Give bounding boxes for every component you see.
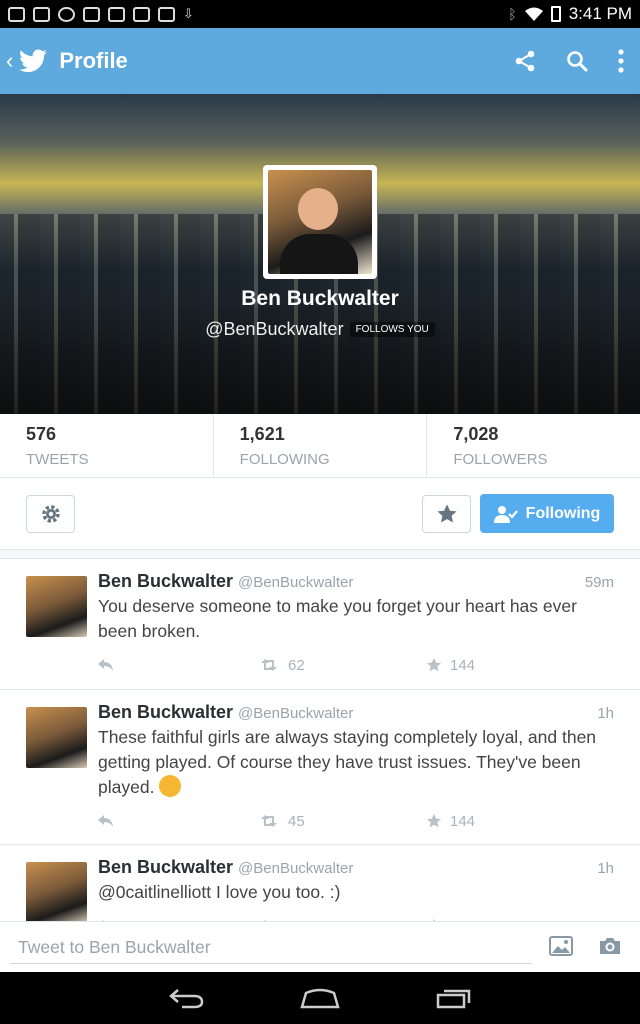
tweet-text-block: These faithful girls are always staying …	[98, 725, 614, 800]
camera-icon[interactable]	[598, 936, 622, 956]
section-divider	[0, 550, 640, 559]
tweet-avatar[interactable]	[26, 707, 87, 768]
reply-icon	[98, 815, 113, 827]
facebook-notification-icon	[33, 6, 50, 22]
tweet-item[interactable]: Ben Buckwalter @BenBuckwalter 59m You de…	[0, 559, 640, 690]
stat-followers[interactable]: 7,028 FOLLOWERS	[427, 414, 640, 477]
photo-icon[interactable]	[549, 936, 573, 956]
favorite-tweet-button[interactable]: 144	[426, 813, 475, 830]
app-bar: ‹ Profile	[0, 28, 640, 94]
tweet-avatar[interactable]	[26, 576, 87, 637]
star-icon	[427, 814, 441, 828]
user-check-icon	[493, 505, 518, 523]
unamused-emoji-icon	[159, 775, 182, 797]
stat-value: 576	[26, 424, 57, 444]
tweet-timestamp: 1h	[597, 860, 614, 877]
profile-handle: @BenBuckwalter	[205, 319, 344, 339]
download-notification-icon: ⇩	[183, 6, 194, 21]
avatar-photo	[268, 170, 372, 274]
stat-value: 7,028	[453, 424, 499, 444]
tweet-timestamp: 59m	[584, 574, 614, 591]
tweet-author-name: Ben Buckwalter	[98, 571, 234, 591]
retweet-icon	[261, 659, 277, 671]
stat-label: FOLLOWING	[239, 451, 330, 468]
star-icon	[436, 504, 457, 523]
tweet-header: Ben Buckwalter @BenBuckwalter 1h	[98, 857, 614, 878]
profile-avatar[interactable]	[263, 165, 377, 279]
profile-header-banner: Ben Buckwalter @BenBuckwalter FOLLOWS YO…	[0, 94, 640, 414]
tweet-author-handle: @BenBuckwalter	[238, 574, 354, 591]
system-navigation-bar	[0, 972, 640, 1024]
tweet-text: @0caitlinelliott I love you too. :)	[98, 882, 341, 902]
battery-icon	[550, 6, 561, 22]
tweet-text: You deserve someone to make you forget y…	[98, 596, 577, 641]
back-icon[interactable]	[168, 987, 204, 1009]
tweet-header: Ben Buckwalter @BenBuckwalter 59m	[98, 571, 614, 592]
twitter-bird-icon[interactable]	[19, 49, 48, 73]
profile-stats: 576 TWEETS 1,621 FOLLOWING 7,028 FOLLOWE…	[0, 414, 640, 478]
stat-following[interactable]: 1,621 FOLLOWING	[214, 414, 428, 477]
tweet-actions: 45 144	[98, 812, 614, 830]
stat-value: 1,621	[239, 424, 285, 444]
back-chevron-icon[interactable]: ‹	[6, 48, 13, 74]
page-title: Profile	[59, 48, 128, 73]
recent-apps-icon[interactable]	[436, 987, 472, 1009]
reply-icon	[98, 659, 113, 671]
tweet-timestamp: 1h	[597, 705, 614, 722]
image-notification-icon	[158, 6, 175, 22]
instagram-notification-icon	[133, 6, 150, 22]
reply-button[interactable]	[98, 659, 260, 671]
status-bar: ⇩ ᛒ 3:41 PM	[0, 0, 640, 28]
tweet-avatar[interactable]	[26, 862, 87, 921]
instagram-notification-icon	[83, 6, 100, 22]
tweet-author-name: Ben Buckwalter	[98, 857, 234, 877]
profile-handle-row: @BenBuckwalter FOLLOWS YOU	[0, 319, 640, 340]
tweet-author-name: Ben Buckwalter	[98, 702, 234, 722]
profile-name: Ben Buckwalter	[241, 287, 399, 310]
following-button[interactable]: Following	[480, 494, 614, 533]
favorite-tweet-button[interactable]: 144	[426, 657, 475, 674]
home-icon[interactable]	[300, 987, 340, 1009]
tweet-header: Ben Buckwalter @BenBuckwalter 1h	[98, 702, 614, 723]
status-time: 3:41 PM	[568, 4, 632, 23]
tweet-compose-input[interactable]	[10, 932, 532, 964]
follows-you-badge: FOLLOWS YOU	[349, 322, 435, 337]
stat-label: TWEETS	[26, 451, 89, 468]
tweet-actions: 62 144	[98, 656, 614, 674]
notification-icons: ⇩	[8, 6, 194, 22]
tweet-item[interactable]: Ben Buckwalter @BenBuckwalter 1h These f…	[0, 690, 640, 845]
compose-bar	[0, 921, 640, 972]
share-icon[interactable]	[514, 50, 536, 72]
favorite-count: 144	[450, 656, 476, 674]
bluetooth-icon: ᛒ	[508, 6, 517, 22]
profile-actions: Following	[0, 478, 640, 550]
dribbble-notification-icon	[58, 6, 75, 22]
settings-button[interactable]	[26, 495, 75, 533]
wifi-icon	[524, 7, 543, 21]
following-button-label: Following	[525, 504, 601, 522]
stat-tweets[interactable]: 576 TWEETS	[0, 414, 214, 477]
kik-notification-icon	[108, 6, 125, 22]
overflow-menu-icon[interactable]	[618, 49, 624, 73]
favorite-count: 144	[450, 812, 476, 830]
stat-label: FOLLOWERS	[453, 451, 548, 468]
search-icon[interactable]	[566, 50, 588, 72]
tweet-timeline[interactable]: Ben Buckwalter @BenBuckwalter 59m You de…	[0, 559, 640, 921]
retweet-button[interactable]: 45	[260, 813, 426, 830]
retweet-button[interactable]: 62	[260, 657, 426, 674]
facebook-notification-icon	[8, 6, 25, 22]
star-icon	[427, 658, 441, 672]
favorite-button[interactable]	[422, 495, 471, 533]
tweet-item[interactable]: Ben Buckwalter @BenBuckwalter 1h @0caitl…	[0, 845, 640, 921]
gear-icon	[41, 505, 60, 523]
tweet-author-handle: @BenBuckwalter	[238, 705, 354, 722]
retweet-count: 62	[288, 656, 305, 674]
retweet-icon	[261, 815, 277, 827]
tweet-author-handle: @BenBuckwalter	[238, 860, 354, 877]
reply-button[interactable]	[98, 815, 260, 827]
retweet-count: 45	[288, 812, 305, 830]
